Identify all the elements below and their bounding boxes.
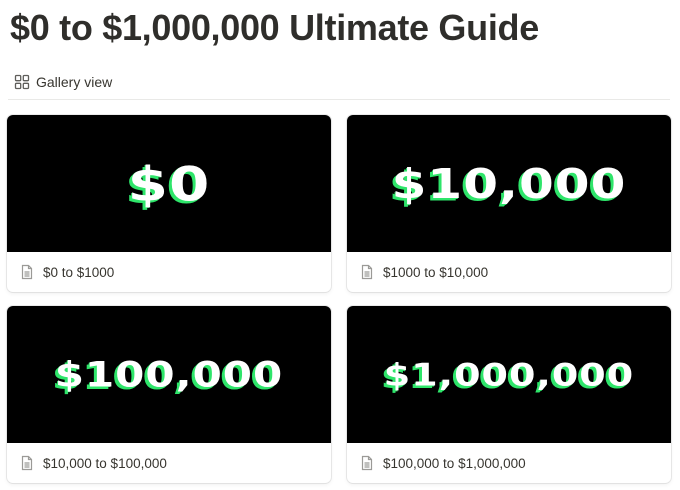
gallery-card[interactable]: $100,000 $10,000 to $100,000 [7,306,331,483]
card-title: $0 to $1000 [43,264,115,280]
gallery-grid: $0 $0 to $1000 $10,000 $1000 to $10,000 … [7,115,671,483]
page-document-icon [359,455,375,471]
gallery-grid-icon [14,74,30,90]
card-footer: $0 to $1000 [7,252,331,292]
gallery-view-label: Gallery view [36,74,113,90]
card-title: $1000 to $10,000 [383,264,489,280]
card-cover: $1,000,000 [347,306,671,443]
page-title: $0 to $1,000,000 Ultimate Guide [10,7,539,48]
gallery-card[interactable]: $1,000,000 $100,000 to $1,000,000 [347,306,671,483]
gallery-card[interactable]: $10,000 $1000 to $10,000 [347,115,671,292]
card-title: $100,000 to $1,000,000 [383,455,526,471]
page-document-icon [19,264,35,280]
card-footer: $10,000 to $100,000 [7,443,331,483]
card-title: $10,000 to $100,000 [43,455,167,471]
cover-text: $100,000 [54,354,284,395]
cover-text: $0 [127,155,211,212]
page-document-icon [19,455,35,471]
header-divider [8,99,670,100]
gallery-card[interactable]: $0 $0 to $1000 [7,115,331,292]
card-cover: $10,000 [347,115,671,252]
page-document-icon [359,264,375,280]
card-footer: $1000 to $10,000 [347,252,671,292]
card-cover: $0 [7,115,331,252]
cover-text: $1,000,000 [383,356,635,393]
card-cover: $100,000 [7,306,331,443]
card-footer: $100,000 to $1,000,000 [347,443,671,483]
gallery-view-tab[interactable]: Gallery view [8,70,118,94]
cover-text: $10,000 [391,159,627,208]
